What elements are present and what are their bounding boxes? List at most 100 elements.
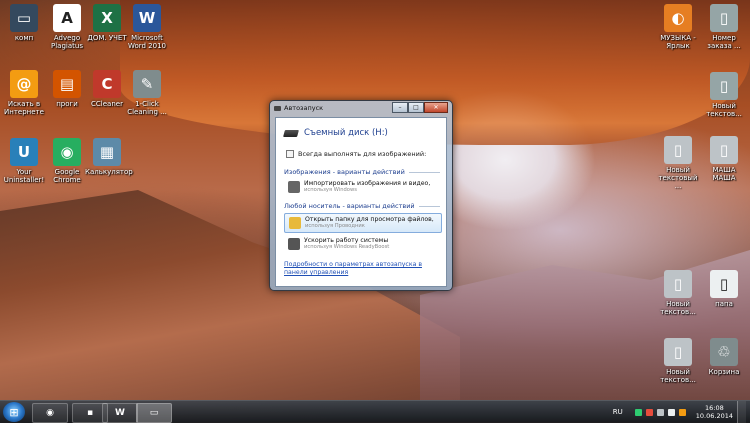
desktop-icon[interactable]: A Advego Plagiatus bbox=[45, 4, 89, 50]
app-icon: ▦ bbox=[93, 138, 121, 166]
desktop-icon-label: МУЗЫКА - Ярлык bbox=[660, 34, 696, 50]
desktop-icon[interactable]: ▯ папа bbox=[702, 270, 746, 308]
drive-small-icon bbox=[274, 105, 281, 111]
option-sub-text: используя Windows bbox=[304, 187, 357, 193]
desktop-icon[interactable]: W Microsoft Word 2010 bbox=[125, 4, 169, 50]
option-readyboost[interactable]: Ускорить работу системы используя Window… bbox=[284, 235, 442, 253]
desktop-icon[interactable]: ▭ комп bbox=[2, 4, 46, 42]
desktop-icon[interactable]: ▯ Номер заказа ... bbox=[702, 4, 746, 50]
app-icon: @ bbox=[10, 70, 38, 98]
desktop-icon-label: комп bbox=[14, 34, 34, 42]
desktop-icon[interactable]: ◐ МУЗЫКА - Ярлык bbox=[656, 4, 700, 50]
app-icon: C bbox=[93, 70, 121, 98]
taskbar-explorer[interactable]: ▭ bbox=[136, 403, 172, 423]
drive-header: Съемный диск (H:) bbox=[276, 118, 446, 138]
desktop-icon-label: CCleaner bbox=[91, 100, 123, 108]
app-icon: W bbox=[133, 4, 161, 32]
autoplay-settings-link[interactable]: Подробности о параметрах автозапуска в п… bbox=[284, 261, 440, 277]
app-icon: ▯ bbox=[710, 270, 738, 298]
app-icon: ▯ bbox=[710, 136, 738, 164]
dialog-content: Съемный диск (H:) Всегда выполнять для и… bbox=[275, 117, 447, 287]
desktop-icon-label: 1-Click Cleaning ... bbox=[127, 100, 167, 116]
always-do-checkbox[interactable] bbox=[286, 150, 294, 158]
minimize-button[interactable]: – bbox=[392, 102, 408, 113]
desktop-icon[interactable]: ▦ Калькулятор bbox=[85, 138, 133, 176]
desktop-icon[interactable]: ▯ Новый текстов... bbox=[656, 270, 700, 316]
clock[interactable]: 16:08 10.06.2014 bbox=[696, 404, 733, 420]
app-icon: ◐ bbox=[664, 4, 692, 32]
system-tray: RU 16:08 10.06.2014 bbox=[613, 401, 746, 423]
readyboost-icon bbox=[288, 238, 300, 250]
desktop-icon-label: Your Uninstaller! bbox=[3, 168, 45, 184]
desktop-icon[interactable]: @ Искать в Интернете bbox=[2, 70, 46, 116]
app-icon: ▯ bbox=[710, 72, 738, 100]
app-icon: ▯ bbox=[710, 4, 738, 32]
section-general: Любой носитель - варианты действий bbox=[284, 202, 440, 210]
drive-title: Съемный диск (H:) bbox=[304, 128, 388, 138]
desktop-icon-label: Номер заказа ... bbox=[707, 34, 741, 50]
desktop-icon[interactable]: C CCleaner bbox=[85, 70, 129, 108]
option-main-text: Открыть папку для просмотра файлов, bbox=[305, 216, 434, 223]
clock-time: 16:08 bbox=[705, 404, 724, 412]
desktop-icon[interactable]: ▯ Новый текстовый ... bbox=[656, 136, 700, 190]
close-button[interactable]: ✕ bbox=[424, 102, 448, 113]
folder-icon bbox=[289, 217, 301, 229]
clock-date: 10.06.2014 bbox=[695, 412, 733, 420]
app-icon: ▯ bbox=[664, 270, 692, 298]
desktop-icon[interactable]: ▯ МАША МАША bbox=[702, 136, 746, 182]
taskbar-word[interactable]: W bbox=[102, 403, 138, 423]
language-indicator[interactable]: RU bbox=[613, 408, 623, 416]
dialog-title: Автозапуск bbox=[284, 104, 324, 112]
always-do-row[interactable]: Всегда выполнять для изображений: bbox=[286, 150, 446, 158]
desktop-icon-label: Калькулятор bbox=[85, 168, 133, 176]
volume-icon[interactable] bbox=[667, 408, 675, 416]
desktop-icon[interactable]: X ДОМ. УЧЕТ bbox=[85, 4, 129, 42]
option-sub-text: используя Проводник bbox=[305, 223, 365, 229]
app-icon: ◉ bbox=[53, 138, 81, 166]
desktop-icon-label: Корзина bbox=[708, 368, 740, 376]
app-icon: ▭ bbox=[10, 4, 38, 32]
desktop-icon[interactable]: ▯ Новый текстов... bbox=[702, 72, 746, 118]
desktop-icon[interactable]: ▯ Новый текстов... bbox=[656, 338, 700, 384]
app-icon: ▤ bbox=[53, 70, 81, 98]
desktop-icon[interactable]: ♲ Корзина bbox=[702, 338, 746, 376]
desktop-icon[interactable]: U Your Uninstaller! bbox=[2, 138, 46, 184]
desktop-icon-label: Новый текстов... bbox=[660, 300, 696, 316]
option-sub-text: используя Windows ReadyBoost bbox=[304, 244, 390, 250]
option-main-text: Импортировать изображения и видео, bbox=[304, 180, 431, 187]
option-open-folder[interactable]: Открыть папку для просмотра файлов, испо… bbox=[284, 213, 442, 233]
maximize-button[interactable]: □ bbox=[408, 102, 424, 113]
option-import-images[interactable]: Импортировать изображения и видео, испол… bbox=[284, 178, 442, 196]
taskbar-chrome[interactable]: ◉ bbox=[32, 403, 68, 423]
desktop-icon[interactable]: ▤ проги bbox=[45, 70, 89, 108]
app-icon: U bbox=[10, 138, 38, 166]
desktop-icon[interactable]: ◉ Google Chrome bbox=[45, 138, 89, 184]
taskbar: ⊞ ◉ ▪ W ▭ RU 16:08 10.06.2014 bbox=[0, 400, 750, 423]
app-icon: ♲ bbox=[710, 338, 738, 366]
desktop-icon-label: проги bbox=[56, 100, 78, 108]
desktop-icon-label: Новый текстов... bbox=[660, 368, 696, 384]
desktop-icon-label: папа bbox=[715, 300, 733, 308]
desktop-icon-label: МАША МАША bbox=[712, 166, 736, 182]
security-icon[interactable] bbox=[634, 408, 642, 416]
desktop-icon[interactable]: ✎ 1-Click Cleaning ... bbox=[125, 70, 169, 116]
desktop-icon-label: Новый текстов... bbox=[706, 102, 742, 118]
update-icon[interactable] bbox=[678, 408, 686, 416]
desktop-icon-label: Microsoft Word 2010 bbox=[127, 34, 167, 50]
app-icon: ▯ bbox=[664, 136, 692, 164]
desktop-icon-label: Google Chrome bbox=[53, 168, 81, 184]
app-icon: ▯ bbox=[664, 338, 692, 366]
desktop-icon-label: Искать в Интернете bbox=[4, 100, 44, 116]
app-icon: X bbox=[93, 4, 121, 32]
always-do-label: Всегда выполнять для изображений: bbox=[298, 150, 427, 158]
start-button[interactable]: ⊞ bbox=[3, 402, 25, 422]
network-icon[interactable] bbox=[656, 408, 664, 416]
window-buttons: – □ ✕ bbox=[392, 102, 448, 113]
show-desktop-button[interactable] bbox=[737, 401, 746, 423]
desktop-icon-label: Новый текстовый ... bbox=[658, 166, 698, 190]
wallpaper-valley bbox=[420, 250, 750, 400]
desktop-icon-label: Advego Plagiatus bbox=[51, 34, 83, 50]
camera-icon bbox=[288, 181, 300, 193]
autorun-dialog: Автозапуск – □ ✕ Съемный диск (H:) Всегд… bbox=[269, 100, 453, 291]
flag-icon[interactable] bbox=[645, 408, 653, 416]
